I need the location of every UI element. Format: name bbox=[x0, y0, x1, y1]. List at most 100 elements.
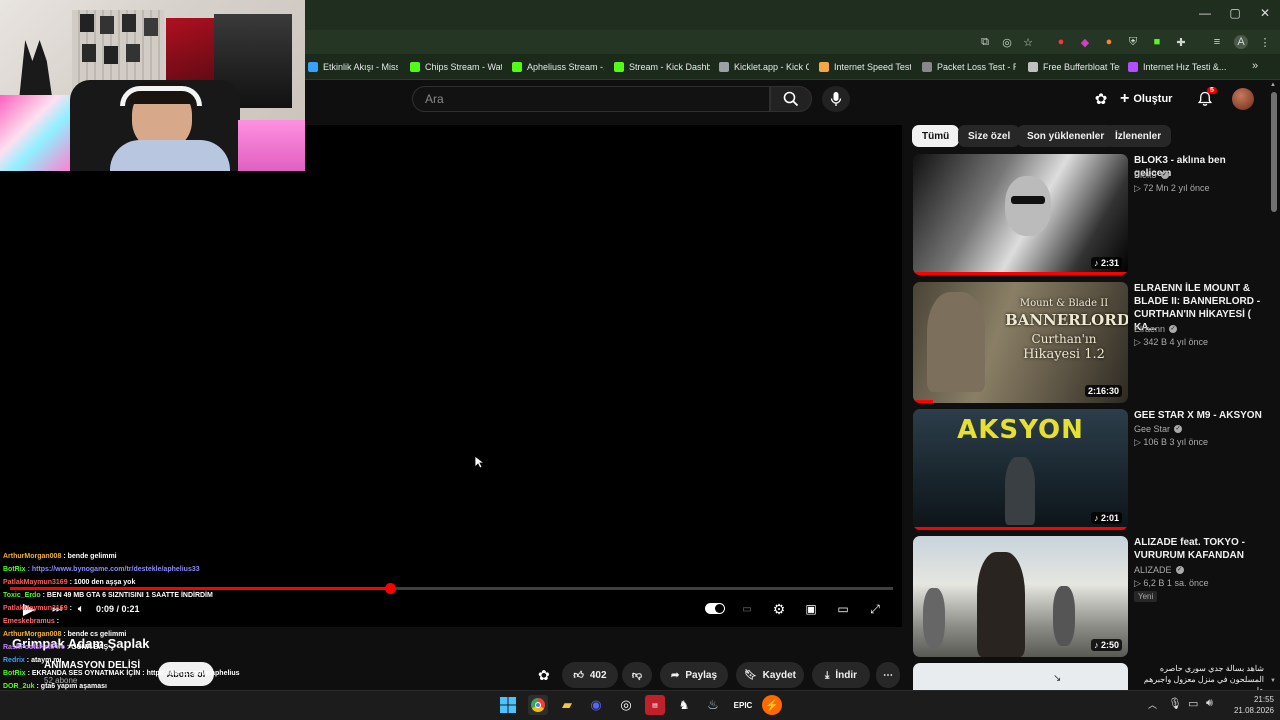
chat-username[interactable]: PatlakMaymun3169 bbox=[3, 605, 68, 612]
tray-volume-icon[interactable]: 🔊︎ bbox=[1206, 697, 1213, 710]
bookmark-item[interactable]: Internet Hız Testi &... bbox=[1128, 58, 1228, 76]
chip-watched[interactable]: İzlenenler bbox=[1105, 125, 1172, 147]
chat-username[interactable]: BotRix bbox=[3, 566, 26, 573]
tray-mic-icon[interactable]: 🎙︎ bbox=[1168, 697, 1182, 710]
chat-username[interactable]: ArthurMorgan008 bbox=[3, 631, 61, 638]
shorts-remix-icon[interactable]: ✿ bbox=[538, 667, 550, 684]
like-button[interactable]: 👍︎ 402 bbox=[562, 662, 618, 688]
theater-mode-icon[interactable]: ▭ bbox=[834, 600, 852, 618]
app-orange-icon[interactable]: ⚡ bbox=[762, 695, 782, 715]
bookmark-star-icon[interactable]: ☆ bbox=[1021, 35, 1035, 49]
close-icon[interactable]: ✕ bbox=[1250, 6, 1280, 20]
share-label: Paylaş bbox=[685, 669, 718, 681]
recommendation-title[interactable]: ALIZADE feat. TOKYO - VURURUM KAFANDAN bbox=[1134, 536, 1264, 562]
chip-all[interactable]: Tümü bbox=[912, 125, 960, 147]
bookmark-favicon-icon bbox=[1128, 62, 1138, 72]
maximize-icon[interactable]: ▢ bbox=[1220, 6, 1250, 20]
recommendation-title[interactable]: شاهد بسالة جدي سوري حاصره المسلحون في من… bbox=[1134, 663, 1264, 690]
settings-gear-icon[interactable]: ⚙ bbox=[770, 600, 788, 618]
voice-search-button[interactable] bbox=[822, 86, 850, 112]
search-input[interactable]: Ara bbox=[412, 86, 770, 112]
bookmark-item[interactable]: Internet Speed Test... bbox=[819, 58, 911, 76]
recommendation-channel[interactable]: Elraenn ✓ bbox=[1134, 324, 1178, 334]
steam-icon[interactable]: ♨ bbox=[703, 695, 723, 715]
notifications-button[interactable]: 5 bbox=[1196, 87, 1217, 108]
thumb-title-art: Mount & Blade II BANNERLORD Curthan'ın H… bbox=[1005, 298, 1128, 362]
windows-start-icon[interactable] bbox=[498, 695, 518, 715]
scroll-down-icon[interactable]: ▼ bbox=[1270, 678, 1276, 684]
chat-username[interactable]: Toxic_Erdo bbox=[3, 592, 41, 599]
scroll-up-icon[interactable]: ▲ bbox=[1270, 82, 1276, 88]
recommendation-thumbnail[interactable]: ♪ 2:50 bbox=[913, 536, 1128, 657]
miniplayer-icon[interactable]: ▣ bbox=[802, 600, 820, 618]
app-icon[interactable]: ♞ bbox=[674, 695, 694, 715]
page-scrollbar-thumb[interactable] bbox=[1271, 92, 1277, 212]
bookmark-item[interactable]: Stream - Kick Dashb... bbox=[614, 58, 710, 76]
more-actions-button[interactable]: ⋯ bbox=[876, 662, 900, 688]
recommendation-thumbnail[interactable]: ↘ bbox=[913, 663, 1128, 690]
tray-clock[interactable]: 21:55 21.08.2026 bbox=[1222, 694, 1274, 716]
bookmark-item[interactable]: Packet Loss Test - R... bbox=[922, 58, 1016, 76]
recommendation-channel[interactable]: ALIZADE ✓ bbox=[1134, 565, 1184, 575]
bookmark-item[interactable]: Kicklet.app - Kick C... bbox=[719, 58, 809, 76]
autoplay-toggle[interactable] bbox=[705, 603, 725, 614]
chat-text[interactable]: : https://www.bynogame.com/tr/destekle/a… bbox=[28, 566, 200, 573]
chrome-icon[interactable] bbox=[528, 695, 548, 715]
recommendation-thumbnail[interactable]: ♪ 2:31 bbox=[913, 154, 1128, 275]
eye-off-icon[interactable]: ◎ bbox=[1000, 35, 1014, 49]
bookmark-favicon-icon bbox=[614, 62, 624, 72]
spotify-like-app-icon[interactable]: ▤ bbox=[645, 695, 665, 715]
more-vert-icon[interactable]: ⋮ bbox=[1258, 35, 1272, 49]
download-button[interactable]: ⤓ İndir bbox=[812, 662, 870, 688]
create-shorts-icon[interactable]: ✿ bbox=[1092, 90, 1110, 108]
shield-icon[interactable]: ⛨ bbox=[1126, 35, 1140, 49]
channel-label: Elraenn bbox=[1134, 324, 1166, 334]
profile-avatar-icon[interactable]: A bbox=[1234, 35, 1248, 49]
tray-network-icon[interactable]: ▭ bbox=[1188, 697, 1198, 710]
chat-username[interactable]: Redrix bbox=[3, 657, 25, 664]
chip-for-you[interactable]: Size özel bbox=[958, 125, 1021, 147]
save-button[interactable]: 🔖︎ Kaydet bbox=[736, 662, 804, 688]
chat-username[interactable]: ArthurMorgan008 bbox=[3, 553, 61, 560]
bookmark-item[interactable]: Etkinlik Akışı - Miss... bbox=[308, 58, 398, 76]
bookmark-item[interactable]: Free Bufferbloat Tes... bbox=[1028, 58, 1120, 76]
account-avatar[interactable] bbox=[1232, 88, 1254, 110]
install-app-icon[interactable]: ⧉ bbox=[978, 35, 992, 49]
extension-orange-icon[interactable]: ● bbox=[1102, 35, 1116, 49]
extension-red-icon[interactable]: ● bbox=[1054, 35, 1068, 49]
chip-recent[interactable]: Son yüklenenler bbox=[1017, 125, 1115, 147]
fullscreen-icon[interactable]: ⤢ bbox=[866, 600, 884, 618]
chat-username[interactable]: BotRix bbox=[3, 670, 26, 677]
create-button[interactable]: + Oluştur bbox=[1120, 88, 1172, 110]
discord-icon[interactable]: ◉ bbox=[586, 695, 606, 715]
extension-pink-icon[interactable]: ◆ bbox=[1078, 35, 1092, 49]
bookmark-item[interactable]: Chips Stream - Wat... bbox=[410, 58, 502, 76]
bookmark-favicon-icon bbox=[719, 62, 729, 72]
dislike-button[interactable]: 👎︎ bbox=[622, 662, 652, 688]
chat-username[interactable]: RashPoolsHellFire bbox=[3, 644, 65, 651]
more-bookmarks-icon[interactable]: » bbox=[1252, 60, 1258, 72]
search-button[interactable] bbox=[770, 86, 812, 112]
extension-green-icon[interactable]: ■ bbox=[1150, 35, 1164, 49]
bookmark-item[interactable]: Apheliuss Stream -... bbox=[512, 58, 604, 76]
chat-username[interactable]: DOR_2uk bbox=[3, 683, 35, 690]
chat-username[interactable]: Emeskebramus bbox=[3, 618, 55, 625]
subtitles-icon[interactable]: ▭ bbox=[738, 600, 756, 618]
recommendation-channel[interactable]: Gee Star ✓ bbox=[1134, 424, 1183, 434]
recommendation-channel[interactable]: Blok3 ✓ bbox=[1134, 170, 1169, 180]
thumb-aksyon-text: AKSYON bbox=[957, 415, 1084, 445]
create-label: Oluştur bbox=[1133, 93, 1173, 105]
chat-username[interactable]: PatlakMaymun3169 bbox=[3, 579, 68, 586]
channel-label: Blok3 bbox=[1134, 170, 1157, 180]
tray-overflow-icon[interactable]: ︿ bbox=[1148, 698, 1157, 711]
obs-icon[interactable]: ◎ bbox=[616, 695, 636, 715]
epic-games-icon[interactable]: EPIC bbox=[733, 695, 753, 715]
recommendation-thumbnail[interactable]: AKSYON ♪ 2:01 bbox=[913, 409, 1128, 530]
recommendation-thumbnail[interactable]: Mount & Blade II BANNERLORD Curthan'ın H… bbox=[913, 282, 1128, 403]
recommendation-title[interactable]: GEE STAR X M9 - AKSYON bbox=[1134, 409, 1264, 422]
puzzle-icon[interactable]: ✚ bbox=[1174, 35, 1188, 49]
share-button[interactable]: ➦ Paylaş bbox=[660, 662, 728, 688]
media-control-icon[interactable]: ≡ bbox=[1210, 35, 1224, 49]
minimize-icon[interactable]: — bbox=[1190, 6, 1220, 20]
file-explorer-icon[interactable]: ▰ bbox=[557, 695, 577, 715]
